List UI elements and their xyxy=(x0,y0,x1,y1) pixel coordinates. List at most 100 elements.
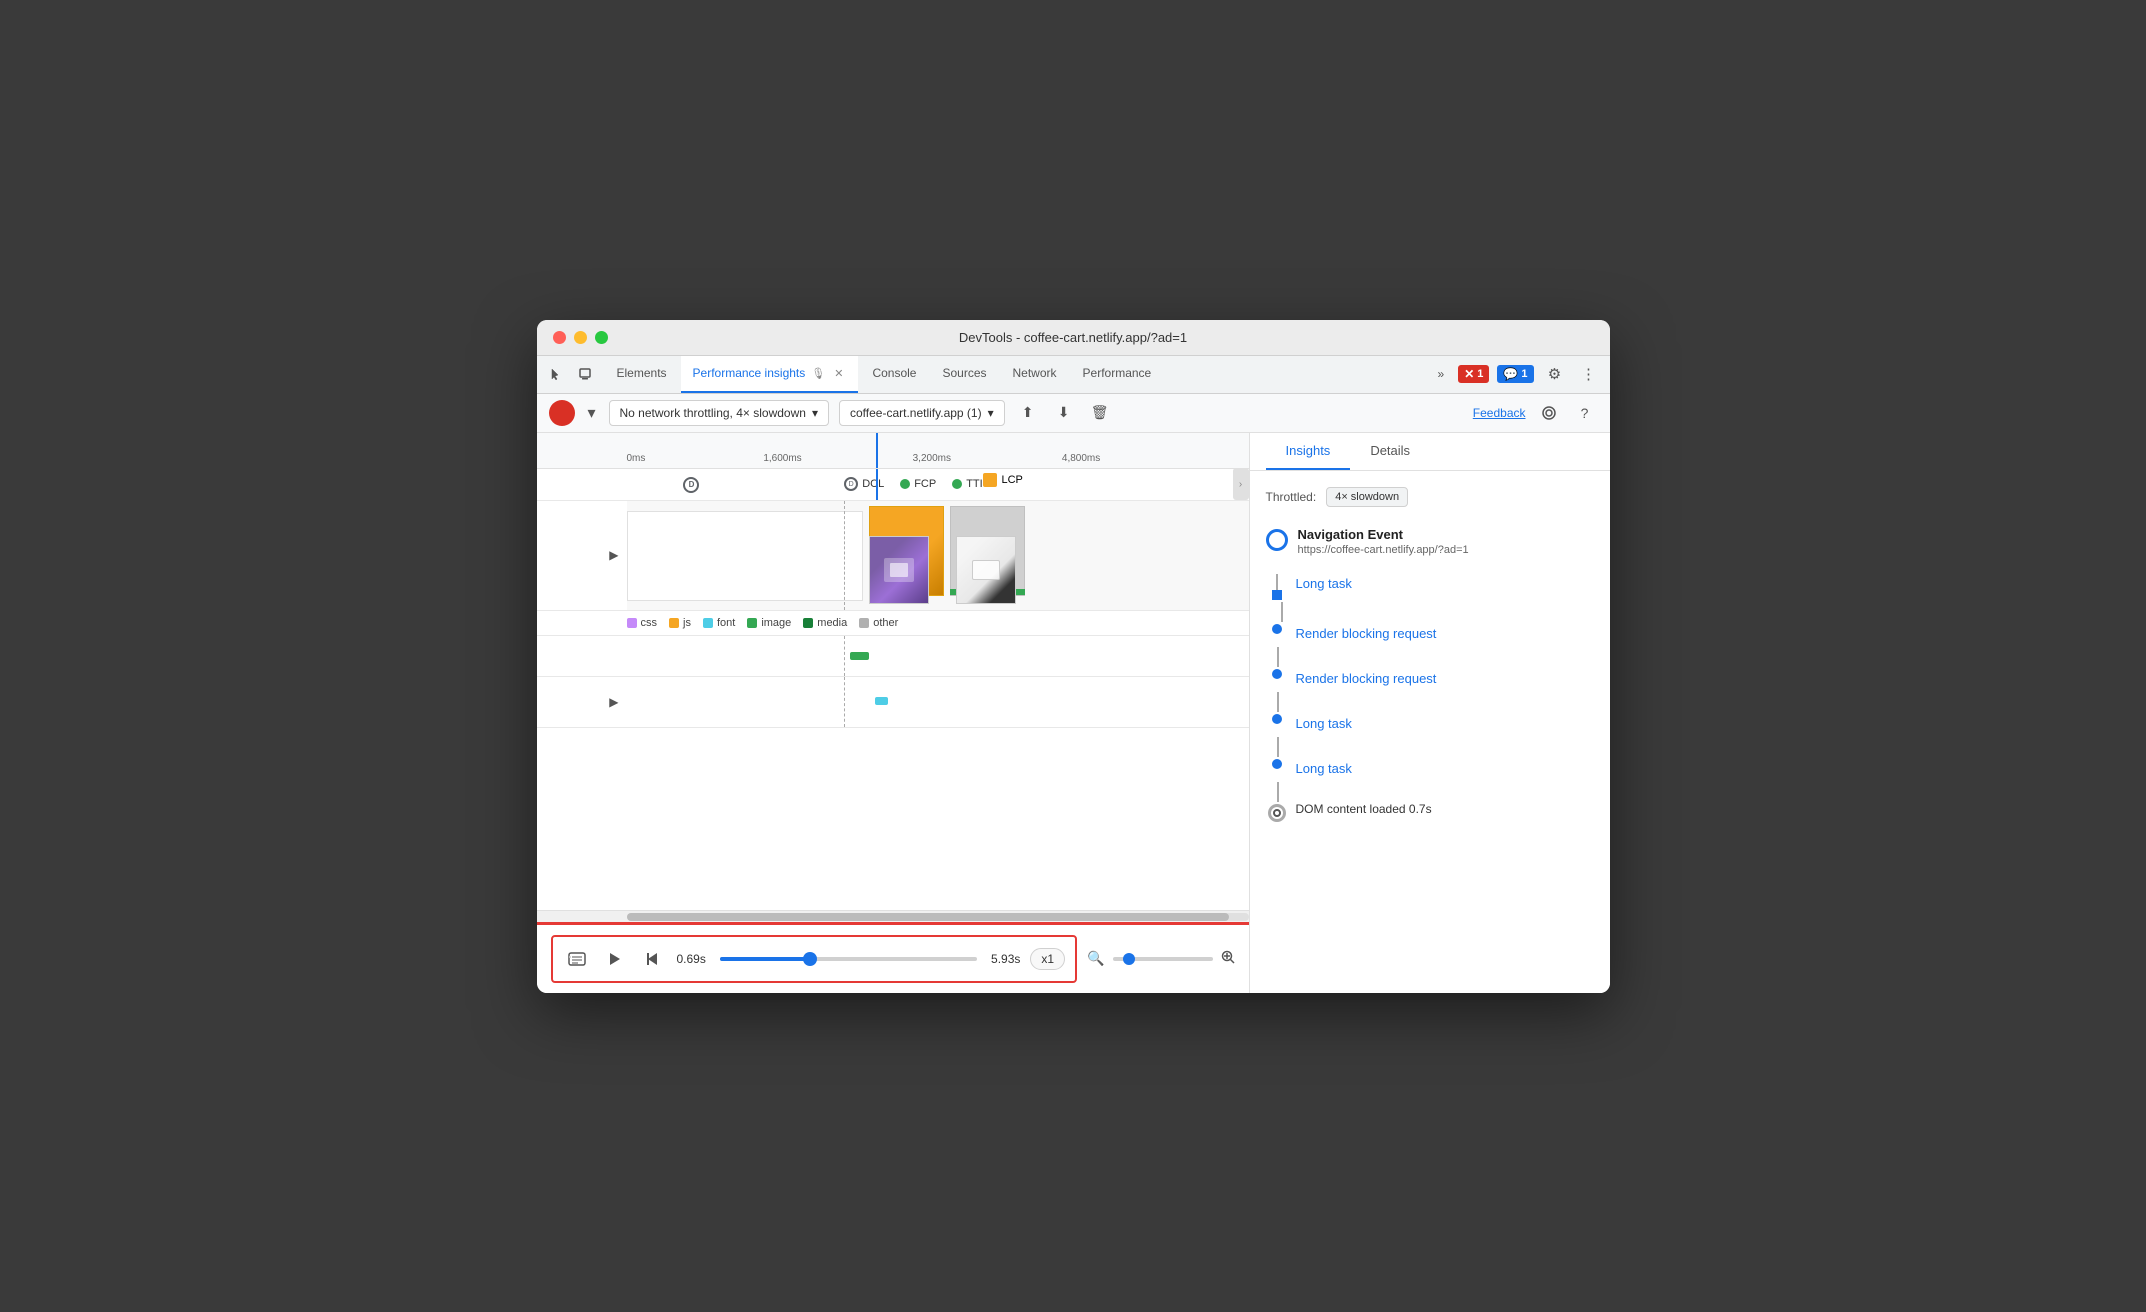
right-panel: Insights Details Throttled: 4× slowdown … xyxy=(1250,433,1610,993)
zoom-in-icon[interactable] xyxy=(1221,950,1235,967)
tab-console[interactable]: Console xyxy=(860,355,928,393)
nav-event-url: https://coffee-cart.netlify.app/?ad=1 xyxy=(1298,544,1469,556)
record-dropdown-icon[interactable]: ▾ xyxy=(585,401,599,425)
tab-close-icon[interactable]: ✕ xyxy=(831,366,846,381)
settings-icon[interactable]: ⚙ xyxy=(1542,361,1568,387)
feedback-link[interactable]: Feedback xyxy=(1473,406,1526,420)
upload-icon[interactable]: ⬆ xyxy=(1015,400,1041,426)
time-end-label: 5.93s xyxy=(991,952,1020,966)
net-bar-cyan xyxy=(875,697,887,705)
tab-tools xyxy=(545,362,597,386)
tab-performance-insights[interactable]: Performance insights 🎙 ✕ xyxy=(681,355,859,393)
legend-other: other xyxy=(859,617,898,629)
network-row2-content xyxy=(627,677,1249,727)
image-color xyxy=(747,618,757,628)
settings-gear-icon[interactable] xyxy=(1536,400,1562,426)
tab-details[interactable]: Details xyxy=(1350,433,1430,470)
slider-fill xyxy=(720,957,810,961)
media-color xyxy=(803,618,813,628)
delete-icon[interactable]: 🗑 xyxy=(1087,400,1113,426)
throttle-dropdown[interactable]: No network throttling, 4× slowdown ▾ xyxy=(609,400,829,426)
network-row1-label xyxy=(537,636,627,676)
tab-sources[interactable]: Sources xyxy=(930,355,998,393)
render-blocking-2-link[interactable]: Render blocking request xyxy=(1296,667,1437,690)
screenshots-label: ▶ xyxy=(537,501,627,610)
nav-event-text: Navigation Event https://coffee-cart.net… xyxy=(1298,527,1469,556)
speed-button[interactable]: x1 xyxy=(1030,948,1065,970)
chevron-down-icon: ▾ xyxy=(988,406,994,420)
long-task-1-link[interactable]: Long task xyxy=(1296,572,1352,595)
network-row2-label: ▶ xyxy=(537,677,627,727)
screenshot-thumb-2[interactable] xyxy=(956,536,1016,604)
message-badge: 💬 1 xyxy=(1497,365,1533,383)
panel-content: Throttled: 4× slowdown Navigation Event … xyxy=(1250,471,1610,993)
expand-screenshots[interactable]: ▶ xyxy=(609,548,618,562)
font-color xyxy=(703,618,713,628)
throttle-badge: 4× slowdown xyxy=(1326,487,1408,507)
zoom-out-icon[interactable]: 🔍 xyxy=(1087,950,1104,967)
tab-insights[interactable]: Insights xyxy=(1266,433,1351,470)
css-color xyxy=(627,618,637,628)
dcl-item: D DCL xyxy=(844,477,884,491)
white-area-block xyxy=(627,511,863,601)
close-button[interactable] xyxy=(553,331,566,344)
long-task-3-link[interactable]: Long task xyxy=(1296,757,1352,780)
window-controls xyxy=(553,331,608,344)
expand-row2[interactable]: ▶ xyxy=(609,695,618,709)
zoom-thumb[interactable] xyxy=(1123,953,1135,965)
screenshot-thumb-1[interactable] xyxy=(869,536,929,604)
ruler: 0ms 1,600ms 3,200ms 4,800ms xyxy=(537,433,1249,469)
playback-controls: 0.69s 5.93s x1 🔍 xyxy=(537,922,1249,993)
window-title: DevTools - coffee-cart.netlify.app/?ad=1 xyxy=(959,330,1187,345)
inspect-tool-icon[interactable] xyxy=(573,362,597,386)
scrollbar-thumb[interactable] xyxy=(627,913,1229,921)
legend-image: image xyxy=(747,617,791,629)
playback-slider[interactable] xyxy=(720,957,977,961)
slider-thumb[interactable] xyxy=(803,952,817,966)
target-dropdown[interactable]: coffee-cart.netlify.app (1) ▾ xyxy=(839,400,1005,426)
help-icon[interactable]: ? xyxy=(1572,400,1598,426)
download-icon[interactable]: ⬇ xyxy=(1051,400,1077,426)
titlebar: DevTools - coffee-cart.netlify.app/?ad=1 xyxy=(537,320,1610,356)
more-options-icon[interactable]: ⋮ xyxy=(1576,361,1602,387)
dcl-label: DOM content loaded 0.7s xyxy=(1296,802,1432,816)
cursor-tool-icon[interactable] xyxy=(545,362,569,386)
nav-event: Navigation Event https://coffee-cart.net… xyxy=(1266,527,1594,556)
zoom-slider[interactable] xyxy=(1113,957,1213,961)
playback-outline: 0.69s 5.93s x1 xyxy=(551,935,1078,983)
nav-event-title: Navigation Event xyxy=(1298,527,1469,542)
tti-item: TTI xyxy=(952,478,983,490)
tab-performance[interactable]: Performance xyxy=(1071,355,1164,393)
skip-start-button[interactable] xyxy=(639,945,667,973)
ruler-mark-1600ms: 1,600ms xyxy=(763,453,801,464)
toolbar-right: Feedback ? xyxy=(1473,400,1598,426)
network-row1-content xyxy=(627,636,1249,676)
long-task-2-link[interactable]: Long task xyxy=(1296,712,1352,735)
minimize-button[interactable] xyxy=(574,331,587,344)
main-area: 0ms 1,600ms 3,200ms 4,800ms D D DCL xyxy=(537,433,1610,993)
timeline-resize-handle[interactable]: › xyxy=(1233,468,1249,500)
maximize-button[interactable] xyxy=(595,331,608,344)
devtools-window: DevTools - coffee-cart.netlify.app/?ad=1… xyxy=(537,320,1610,993)
scrollbar-track xyxy=(627,913,1249,921)
legend-media: media xyxy=(803,617,847,629)
legend-js: js xyxy=(669,617,691,629)
render-blocking-1-link[interactable]: Render blocking request xyxy=(1296,622,1437,645)
tab-network[interactable]: Network xyxy=(1001,355,1069,393)
record-button[interactable] xyxy=(549,400,575,426)
tabbar: Elements Performance insights 🎙 ✕ Consol… xyxy=(537,356,1610,394)
ruler-mark-3200ms: 3,200ms xyxy=(913,453,951,464)
more-tabs-icon[interactable]: » xyxy=(1432,363,1451,385)
error-badge: ✕ 1 xyxy=(1458,365,1489,383)
time-start-label: 0.69s xyxy=(677,952,706,966)
fcp-item: FCP xyxy=(900,478,936,490)
tab-elements[interactable]: Elements xyxy=(605,355,679,393)
captions-button[interactable] xyxy=(563,945,591,973)
tabbar-right: » ✕ 1 💬 1 ⚙ ⋮ xyxy=(1432,361,1602,387)
screenshots-row: ▶ xyxy=(537,501,1249,611)
play-button[interactable] xyxy=(601,945,629,973)
legend-font: font xyxy=(703,617,735,629)
ruler-marks: 0ms 1,600ms 3,200ms 4,800ms xyxy=(627,444,1249,464)
nav-event-circle xyxy=(1266,529,1288,551)
filmstrip-section: ▶ xyxy=(537,501,1249,910)
